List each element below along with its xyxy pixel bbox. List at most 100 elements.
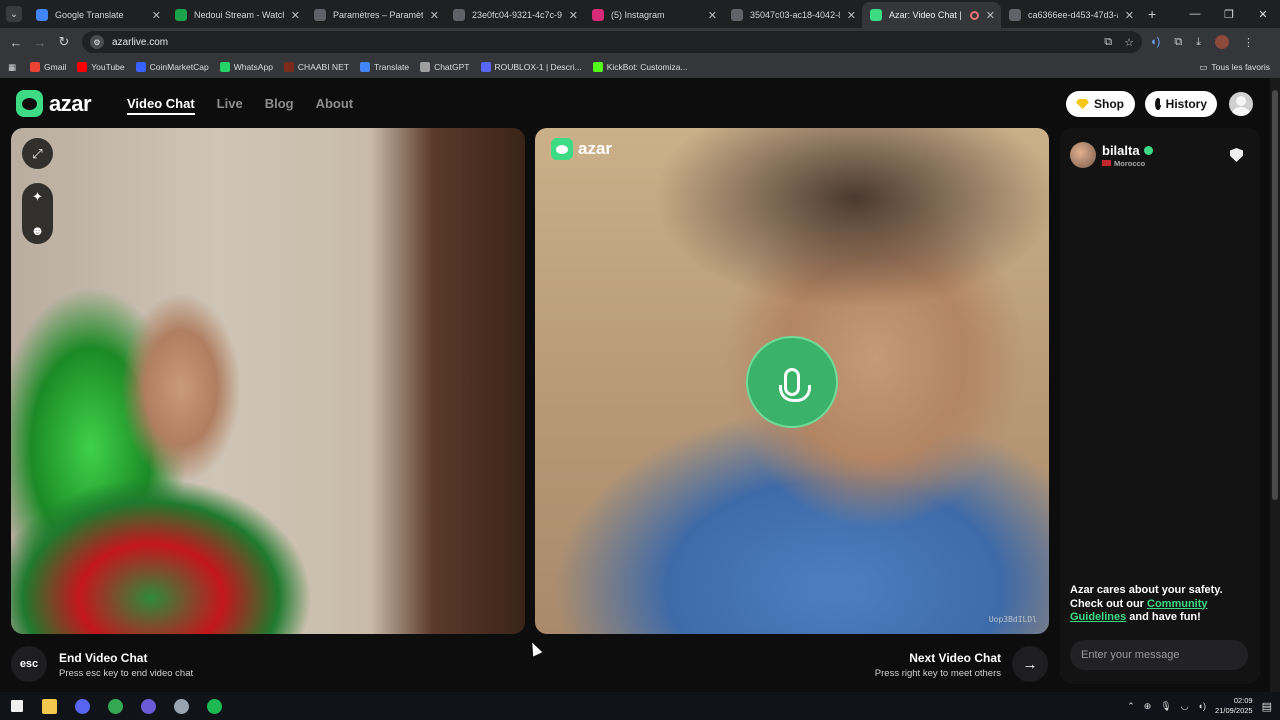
shop-button[interactable]: Shop xyxy=(1066,91,1135,117)
bookmark-item[interactable]: CoinMarketCap xyxy=(135,62,209,72)
bookmark-label: CHAABI NET xyxy=(297,62,349,72)
wifi-icon[interactable]: ◡ xyxy=(1181,701,1189,712)
nav-blog[interactable]: Blog xyxy=(265,96,294,115)
browser-tab[interactable]: Nedoui Stream - Watch Li ✕ xyxy=(167,2,306,28)
nav-live[interactable]: Live xyxy=(217,96,243,115)
tab-close-icon[interactable]: ✕ xyxy=(152,9,161,22)
bookmark-favicon-icon xyxy=(283,62,294,72)
apps-grid-icon[interactable]: ▦ xyxy=(8,62,16,73)
next-chat-text: Next Video Chat Press right key to meet … xyxy=(875,651,1001,679)
volume-icon[interactable]: ◖) xyxy=(1198,701,1206,711)
tab-close-icon[interactable]: ✕ xyxy=(430,9,439,22)
clock-time: 02:09 xyxy=(1233,696,1253,705)
bookmark-item[interactable]: ROUBLOX-1 | Descri... xyxy=(480,62,582,72)
end-chat-text: End Video Chat Press esc key to end vide… xyxy=(59,651,193,679)
cast-icon[interactable]: ⧉ xyxy=(1104,36,1112,49)
minimize-button[interactable]: — xyxy=(1178,8,1212,21)
browser-tab[interactable]: (5) Instagram ✕ xyxy=(584,2,723,28)
local-video: ⤢ ✦ ☻ xyxy=(11,128,525,634)
tab-favicon-icon xyxy=(175,9,187,21)
mic-tray-icon[interactable]: 🎙 xyxy=(1160,701,1171,712)
page-scrollbar[interactable] xyxy=(1270,78,1280,692)
tab-favicon-icon xyxy=(592,9,604,21)
tab-close-icon[interactable]: ✕ xyxy=(1125,9,1134,22)
bookmark-item[interactable]: WhatsApp xyxy=(219,62,273,72)
address-bar[interactable]: ⚙ azarlive.com ⧉ ☆ xyxy=(82,31,1142,53)
nav-video-chat[interactable]: Video Chat xyxy=(127,96,195,115)
bookmark-item[interactable]: YouTube xyxy=(77,62,125,72)
logo-text: azar xyxy=(49,90,92,116)
spotify-icon xyxy=(207,698,222,714)
forward-button[interactable]: → xyxy=(28,35,52,50)
taskbar-file-explorer[interactable] xyxy=(33,692,66,720)
browser-tab[interactable]: Paramètres – Paramètres ✕ xyxy=(306,2,445,28)
tab-close-icon[interactable]: ✕ xyxy=(986,9,995,22)
nav-about[interactable]: About xyxy=(316,96,354,115)
browser-tab[interactable]: 23e0fc04-9321-4c7c-9a74 ✕ xyxy=(445,2,584,28)
browser-tab[interactable]: Azar: Video Chat | Alt ✕ xyxy=(862,2,1001,28)
window-controls: — ❐ ✕ xyxy=(1178,8,1280,21)
browser-tab[interactable]: Google Translate ✕ xyxy=(28,2,167,28)
bookmark-item[interactable]: ChatGPT xyxy=(420,62,470,72)
tab-search-button[interactable]: ⌄ xyxy=(0,0,28,28)
sparkle-effects-icon[interactable]: ✦ xyxy=(32,189,43,205)
taskbar-spotify[interactable] xyxy=(198,692,231,720)
next-chat-button[interactable]: → xyxy=(1012,646,1048,682)
tab-close-icon[interactable]: ✕ xyxy=(569,9,578,22)
bookmark-favicon-icon xyxy=(77,62,88,72)
history-label: History xyxy=(1165,97,1207,111)
bookmark-item[interactable]: CHAABI NET xyxy=(283,62,349,72)
bookmark-favicon-icon xyxy=(359,62,370,72)
safety-notice: Azar cares about your safety. Check out … xyxy=(1070,584,1250,625)
tab-favicon-icon xyxy=(453,9,465,21)
arrow-right-icon: → xyxy=(1022,655,1038,673)
tray-expand-icon[interactable]: ⌃ xyxy=(1127,701,1135,712)
start-button[interactable] xyxy=(0,692,33,720)
bookmark-label: KickBot: Customiza... xyxy=(606,62,688,72)
back-button[interactable]: ← xyxy=(4,35,28,50)
bookmark-star-icon[interactable]: ☆ xyxy=(1124,36,1134,49)
reload-button[interactable]: ↻ xyxy=(52,34,76,50)
tab-title: Google Translate xyxy=(55,10,124,20)
azar-logo[interactable]: azar xyxy=(16,90,92,117)
end-chat-button[interactable]: esc xyxy=(11,646,47,682)
expand-icon[interactable]: ⤢ xyxy=(22,138,53,169)
report-shield-icon[interactable] xyxy=(1230,148,1243,162)
network-icon[interactable]: ⊕ xyxy=(1144,701,1152,712)
extensions-icon[interactable]: ⧉ xyxy=(1174,36,1182,49)
downloads-icon[interactable]: ⤓ xyxy=(1196,36,1201,49)
next-chat-hint: Press right key to meet others xyxy=(874,668,1001,679)
tab-close-icon[interactable]: ✕ xyxy=(291,9,300,22)
taskbar-steam[interactable] xyxy=(165,692,198,720)
profile-avatar[interactable] xyxy=(1215,35,1230,49)
notifications-icon[interactable]: ▤ xyxy=(1262,700,1272,713)
tab-title: Azar: Video Chat | Alt xyxy=(889,10,963,20)
menu-icon[interactable]: ⋮ xyxy=(1243,36,1254,49)
video-tools: ⤢ ✦ ☻ xyxy=(22,138,53,244)
system-clock[interactable]: 02:09 21/09/2025 xyxy=(1215,696,1253,716)
bookmark-label: ROUBLOX-1 | Descri... xyxy=(494,62,582,72)
next-chat-title: Next Video Chat xyxy=(909,651,1001,665)
bookmark-item[interactable]: KickBot: Customiza... xyxy=(592,62,688,72)
face-filter-icon[interactable]: ☻ xyxy=(31,223,45,238)
peer-avatar[interactable] xyxy=(1070,142,1096,168)
site-info-icon[interactable]: ⚙ xyxy=(90,35,104,49)
tab-close-icon[interactable]: ✕ xyxy=(847,9,856,22)
restore-button[interactable]: ❐ xyxy=(1212,8,1246,21)
bookmark-item[interactable]: Translate xyxy=(359,62,409,72)
close-window-button[interactable]: ✕ xyxy=(1246,8,1280,21)
history-button[interactable]: History xyxy=(1145,91,1217,117)
all-bookmarks-folder[interactable]: ▭ Tous les favoris xyxy=(1199,62,1270,73)
user-profile-icon[interactable] xyxy=(1229,92,1253,116)
audio-icon[interactable]: ◖) xyxy=(1150,36,1160,48)
shop-label: Shop xyxy=(1094,97,1124,111)
browser-tab[interactable]: 35047c03-ac18-4042-85c ✕ xyxy=(723,2,862,28)
bookmark-favicon-icon xyxy=(480,62,491,72)
tab-close-icon[interactable]: ✕ xyxy=(708,9,717,22)
new-tab-button[interactable]: + xyxy=(1140,6,1164,22)
taskbar-app-circle[interactable] xyxy=(132,692,165,720)
browser-tab[interactable]: ca6366ee-d453-47d3-a79 ✕ xyxy=(1001,2,1140,28)
bookmark-item[interactable]: Gmail xyxy=(30,62,66,72)
taskbar-discord[interactable] xyxy=(66,692,99,720)
taskbar-chrome[interactable] xyxy=(99,692,132,720)
